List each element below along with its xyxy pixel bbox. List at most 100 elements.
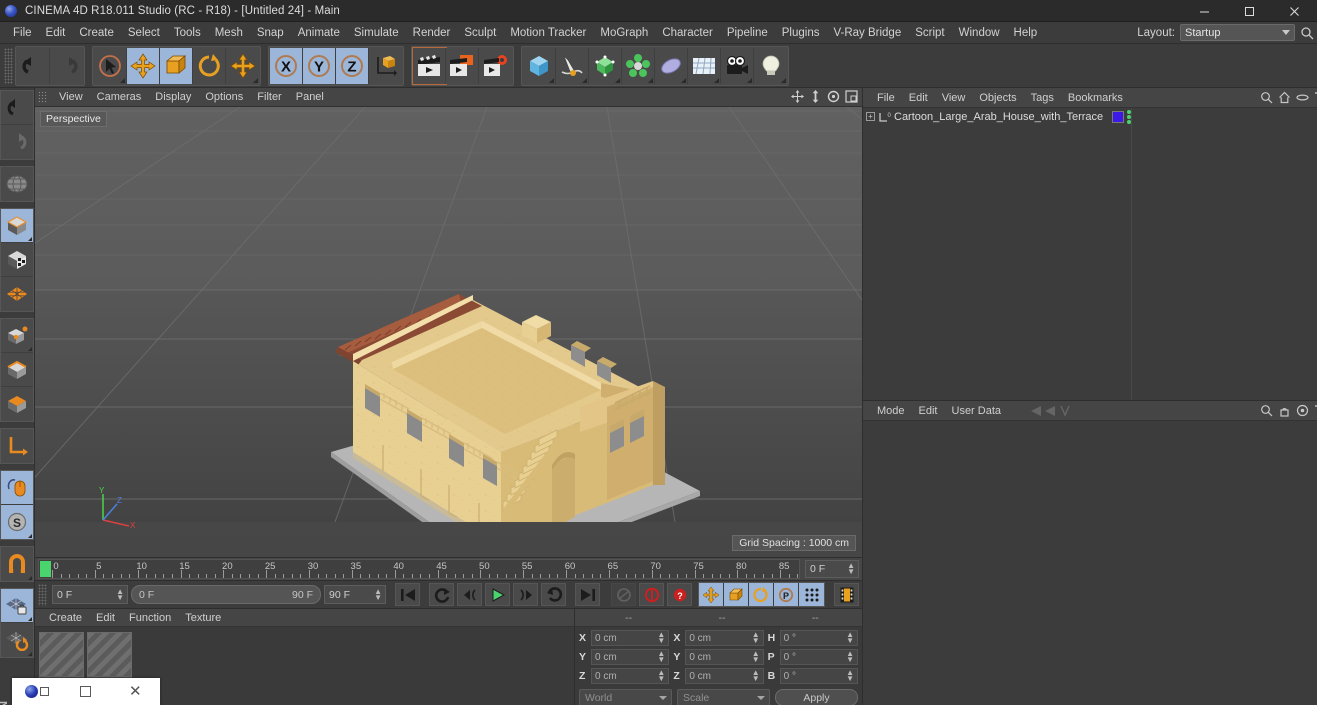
viewport-solo-single-button[interactable]	[1, 471, 33, 505]
toolbar-grip[interactable]	[4, 47, 13, 84]
close-window-button[interactable]: ✕	[111, 678, 160, 705]
spinner-icon[interactable]: ▲ ▼	[657, 669, 665, 683]
snap-magnet-button[interactable]	[1, 547, 33, 581]
points-mode-button[interactable]	[1, 319, 33, 353]
move-alt-tool[interactable]	[226, 47, 259, 84]
viewport-menu-options[interactable]: Options	[198, 91, 250, 103]
rotation-p-input[interactable]: 0 ° ▲ ▼	[779, 649, 858, 665]
search-icon[interactable]	[1260, 91, 1273, 109]
material-menu-create[interactable]: Create	[42, 612, 89, 624]
rotate-icon[interactable]	[827, 90, 840, 108]
rotation-b-input[interactable]: 0 ° ▲ ▼	[779, 668, 858, 684]
render-view-button[interactable]	[412, 46, 447, 85]
maximize-button[interactable]	[1227, 0, 1272, 22]
app-window-icon[interactable]	[12, 678, 61, 705]
menu-select[interactable]: Select	[121, 25, 167, 41]
texture-mode-button[interactable]	[1, 243, 33, 277]
spinner-icon[interactable]: ▲ ▼	[847, 562, 855, 576]
transport-grip[interactable]	[38, 583, 47, 606]
live-selection-tool[interactable]	[94, 47, 127, 84]
viewport-menu-filter[interactable]: Filter	[250, 91, 288, 103]
minimize-button[interactable]	[1182, 0, 1227, 22]
home-icon[interactable]	[1278, 91, 1291, 109]
rotation-key-button[interactable]	[749, 583, 774, 606]
viewport-menu-cameras[interactable]: Cameras	[90, 91, 149, 103]
add-primitive-button[interactable]	[523, 47, 556, 84]
target-icon[interactable]	[1296, 404, 1309, 422]
lock-z-axis-button[interactable]: Z	[336, 47, 369, 84]
pan-icon[interactable]	[791, 90, 804, 108]
menu-file[interactable]: File	[6, 25, 39, 41]
add-light-button[interactable]	[754, 47, 787, 84]
object-manager-body[interactable]: + 0 Cartoon_Large_Arab_House_with_Terrac…	[863, 108, 1317, 400]
material-menu-edit[interactable]: Edit	[89, 612, 122, 624]
parameter-key-button[interactable]: P	[774, 583, 799, 606]
layout-dropdown[interactable]: Startup	[1180, 24, 1295, 41]
transport-end-frame-field[interactable]: 90 F ▲ ▼	[324, 585, 386, 604]
menu-script[interactable]: Script	[908, 25, 951, 41]
menu-plugins[interactable]: Plugins	[775, 25, 827, 41]
menu-simulate[interactable]: Simulate	[347, 25, 406, 41]
workplane-button[interactable]	[1, 277, 33, 311]
spinner-icon[interactable]: ▲ ▼	[657, 631, 665, 645]
menu-mograph[interactable]: MoGraph	[593, 25, 655, 41]
scale-tool[interactable]	[160, 47, 193, 84]
timeline-current-frame-field[interactable]: 0 F ▲ ▼	[805, 560, 859, 578]
size-z-input[interactable]: 0 cm ▲ ▼	[685, 668, 764, 684]
timeline-playhead[interactable]	[40, 561, 51, 577]
world-object-coordinates-button[interactable]	[369, 47, 402, 84]
add-scene-object-button[interactable]	[688, 47, 721, 84]
menu-mesh[interactable]: Mesh	[208, 25, 250, 41]
keyframe-selection-button[interactable]: ?	[667, 583, 692, 606]
menu-character[interactable]: Character	[655, 25, 720, 41]
menu-pipeline[interactable]: Pipeline	[720, 25, 775, 41]
timeline-ruler[interactable]: 051015202530354045505560657075808590	[38, 559, 800, 579]
layer-color-swatch[interactable]	[1112, 110, 1125, 123]
menu-edit[interactable]: Edit	[39, 25, 73, 41]
close-button[interactable]	[1272, 0, 1317, 22]
previous-keyframe-button[interactable]	[457, 583, 482, 606]
menu-snap[interactable]: Snap	[250, 25, 291, 41]
object-menu-file[interactable]: File	[870, 92, 902, 104]
redo-view-button[interactable]	[1, 125, 33, 159]
transport-current-frame-field[interactable]: 0 F ▲ ▼	[52, 585, 128, 604]
animation-layout-button[interactable]	[834, 583, 859, 606]
attribute-menu-edit[interactable]: Edit	[912, 405, 945, 417]
render-to-picture-viewer-button[interactable]	[446, 47, 479, 84]
viewport-menu-display[interactable]: Display	[148, 91, 198, 103]
coordinate-mode-dropdown[interactable]: Scale	[677, 689, 770, 705]
object-menu-tags[interactable]: Tags	[1024, 92, 1061, 104]
rotate-tool[interactable]	[193, 47, 226, 84]
size-y-input[interactable]: 0 cm ▲ ▼	[685, 649, 764, 665]
viewport-solo-button[interactable]	[1, 167, 33, 201]
navigation-arrows-icon[interactable]	[1003, 403, 1083, 423]
attribute-menu-user-data[interactable]: User Data	[945, 405, 1009, 417]
add-mograph-button[interactable]	[622, 47, 655, 84]
viewport-menu-panel[interactable]: Panel	[289, 91, 331, 103]
planar-workplane-button[interactable]	[1, 623, 33, 657]
spinner-icon[interactable]: ▲ ▼	[752, 631, 760, 645]
object-menu-view[interactable]: View	[935, 92, 973, 104]
rotation-h-input[interactable]: 0 ° ▲ ▼	[779, 630, 858, 646]
menu-window[interactable]: Window	[952, 25, 1007, 41]
position-z-input[interactable]: 0 cm ▲ ▼	[591, 668, 670, 684]
position-y-input[interactable]: 0 cm ▲ ▼	[591, 649, 670, 665]
enable-axis-modification-button[interactable]	[1, 429, 33, 463]
menu-help[interactable]: Help	[1007, 25, 1045, 41]
object-tree[interactable]: + 0 Cartoon_Large_Arab_House_with_Terrac…	[863, 108, 1132, 400]
position-key-button[interactable]	[699, 583, 724, 606]
search-icon[interactable]	[1300, 26, 1314, 45]
viewport-3d[interactable]: Perspective Grid Spacing : 1000 cm Y X Z	[35, 107, 862, 557]
make-editable-button[interactable]	[1, 209, 33, 243]
lock-x-axis-button[interactable]: X	[270, 47, 303, 84]
lock-y-axis-button[interactable]: Y	[303, 47, 336, 84]
loop-button[interactable]	[429, 583, 454, 606]
maximize-viewport-icon[interactable]	[845, 90, 858, 108]
move-tool[interactable]	[127, 47, 160, 84]
autokeying-button[interactable]	[639, 583, 664, 606]
menu-vray-bridge[interactable]: V-Ray Bridge	[826, 25, 908, 41]
spinner-icon[interactable]: ▲ ▼	[374, 587, 382, 601]
object-menu-objects[interactable]: Objects	[972, 92, 1023, 104]
scale-key-button[interactable]	[724, 583, 749, 606]
spinner-icon[interactable]: ▲ ▼	[752, 669, 760, 683]
